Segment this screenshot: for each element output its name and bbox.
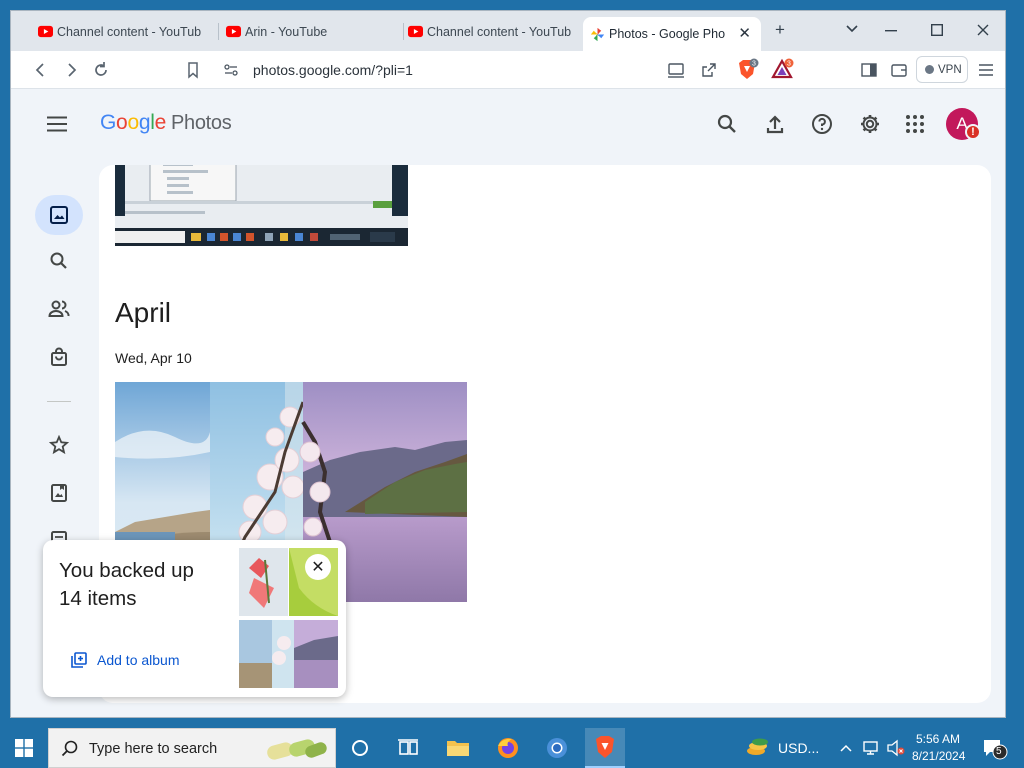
photos-icon	[50, 206, 68, 224]
tab-strip: Channel content - YouTub Arin - YouTube …	[11, 11, 1005, 51]
windows-taskbar: Type here to search USD... 5:56 AM 8/21/…	[0, 728, 1024, 768]
toast-title: You backed up 14 items	[59, 559, 194, 610]
notification-count: 5	[996, 746, 1002, 757]
youtube-icon	[38, 25, 53, 38]
brave-taskbar-button[interactable]	[585, 728, 625, 768]
volume-muted-icon[interactable]	[886, 739, 906, 757]
start-button[interactable]	[0, 728, 48, 768]
tab-title: Photos - Google Pho	[609, 27, 726, 41]
wallet-icon[interactable]	[889, 60, 909, 80]
logo-product: Photos	[170, 112, 232, 134]
tab-arin-youtube[interactable]: Arin - YouTube	[219, 18, 404, 45]
sidebar-toggle-icon[interactable]	[859, 60, 879, 80]
account-alert-badge: !	[965, 124, 981, 140]
rewards-count: 3	[787, 61, 791, 68]
browser-window: Channel content - YouTub Arin - YouTube …	[10, 10, 1006, 718]
file-explorer-icon[interactable]	[444, 734, 472, 762]
youtube-icon	[408, 25, 423, 38]
print-store-icon	[51, 347, 67, 366]
star-icon	[49, 435, 69, 455]
url-text[interactable]: photos.google.com/?pli=1	[253, 62, 413, 78]
currency-widget-label[interactable]: USD...	[778, 740, 819, 756]
menu-icon[interactable]	[976, 60, 996, 80]
forward-icon[interactable]	[61, 60, 81, 80]
cortana-icon[interactable]	[346, 734, 374, 762]
shield-count: 3	[752, 61, 756, 68]
search-icon	[50, 252, 67, 269]
brave-rewards-icon[interactable]: 3	[770, 58, 794, 82]
tab-search-chevron-icon[interactable]	[845, 24, 859, 34]
close-window-icon[interactable]	[977, 24, 989, 36]
nav-print-store[interactable]	[35, 337, 83, 377]
network-icon[interactable]	[862, 739, 880, 757]
google-apps-icon[interactable]	[904, 113, 926, 135]
clock-time[interactable]: 5:56 AM	[916, 732, 960, 746]
nav-photos[interactable]	[35, 195, 83, 235]
albums-icon	[51, 484, 67, 502]
clock-date[interactable]: 8/21/2024	[912, 749, 965, 763]
taskbar-search[interactable]: Type here to search	[48, 728, 336, 768]
brave-icon	[596, 736, 614, 758]
date-heading: Wed, Apr 10	[115, 350, 192, 366]
search-placeholder: Type here to search	[89, 741, 218, 757]
windows-logo-icon	[15, 739, 33, 757]
minimize-icon[interactable]	[885, 30, 897, 32]
search-highlight-icon	[267, 739, 327, 760]
add-to-album-icon	[71, 652, 87, 668]
chromium-icon[interactable]	[543, 734, 571, 762]
nav-sharing[interactable]	[35, 289, 83, 329]
nav-search[interactable]	[35, 241, 83, 281]
site-settings-icon[interactable]	[223, 62, 239, 78]
nav-albums[interactable]	[35, 473, 83, 513]
app-header: Google Photos A !	[11, 89, 1005, 155]
brave-shields-icon[interactable]: 3	[735, 58, 759, 82]
close-tab-icon[interactable]: ✕	[738, 26, 751, 41]
search-icon[interactable]	[716, 113, 738, 135]
new-tab-icon[interactable]: +	[775, 21, 785, 39]
tab-google-photos[interactable]: Photos - Google Pho ✕	[583, 17, 761, 51]
main-menu-icon[interactable]	[47, 116, 67, 132]
help-icon[interactable]	[811, 113, 833, 135]
screenshot-thumbnail[interactable]	[115, 165, 408, 246]
firefox-icon[interactable]	[494, 734, 522, 762]
share-icon[interactable]	[699, 60, 719, 80]
browser-toolbar: photos.google.com/?pli=1 3 3 VPN	[11, 51, 1005, 89]
maximize-icon[interactable]	[931, 24, 943, 36]
google-photos-logo[interactable]: Google Photos	[100, 111, 232, 135]
google-photos-page: Google Photos A ! April Wed, Apr 10 You …	[11, 89, 1005, 717]
show-hidden-icons-chevron[interactable]	[840, 743, 852, 753]
vpn-status-icon	[925, 65, 934, 74]
close-toast-button[interactable]: ✕	[305, 554, 331, 580]
search-icon	[61, 740, 78, 757]
tab-title: Arin - YouTube	[245, 24, 328, 39]
google-photos-icon	[590, 27, 605, 42]
task-view-icon[interactable]	[394, 734, 422, 762]
upload-icon[interactable]	[764, 113, 786, 135]
settings-icon[interactable]	[859, 113, 881, 135]
back-icon[interactable]	[31, 60, 51, 80]
add-to-album-button[interactable]: Add to album	[71, 652, 180, 668]
vpn-button[interactable]: VPN	[916, 56, 968, 83]
nav-divider	[47, 401, 71, 402]
backup-toast: You backed up 14 items Add to album ✕	[43, 540, 346, 697]
tab-title: Channel content - YouTub	[57, 24, 202, 39]
reload-icon[interactable]	[91, 60, 111, 80]
month-heading: April	[115, 297, 172, 328]
tab-channel-content-1[interactable]: Channel content - YouTub	[31, 18, 219, 45]
cast-icon[interactable]	[666, 60, 686, 80]
bookmark-icon[interactable]	[183, 60, 203, 80]
youtube-icon	[226, 25, 241, 38]
add-to-album-label: Add to album	[97, 652, 180, 668]
tab-title: Channel content - YouTub	[427, 24, 572, 39]
tab-channel-content-2[interactable]: Channel content - YouTub	[401, 18, 587, 45]
nav-favorites[interactable]	[35, 425, 83, 465]
vpn-label: VPN	[938, 63, 962, 76]
currency-widget-icon[interactable]	[744, 734, 772, 762]
sharing-icon	[48, 300, 70, 317]
